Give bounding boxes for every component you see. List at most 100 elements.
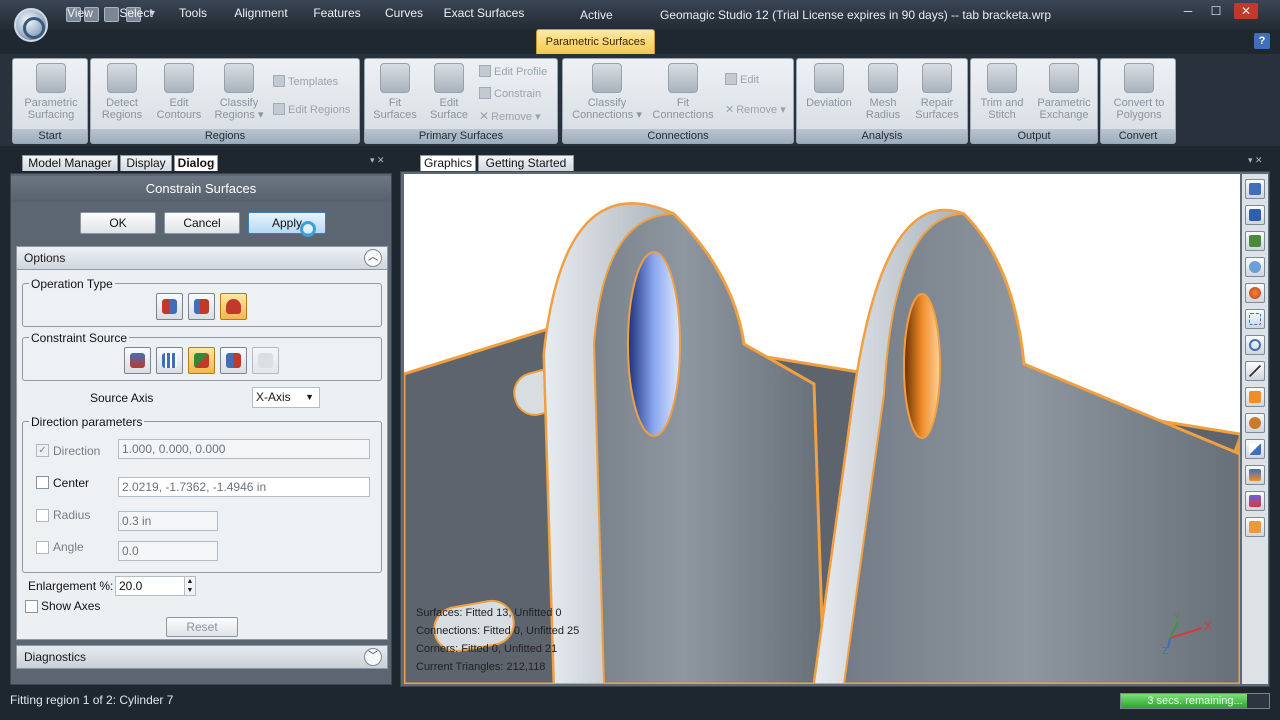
view-front-icon[interactable] bbox=[1245, 205, 1265, 225]
parametric-surfacing-icon bbox=[36, 63, 66, 93]
rect-select-icon[interactable] bbox=[1245, 309, 1265, 329]
tab-display[interactable]: Display bbox=[120, 155, 172, 171]
application-menu-button[interactable] bbox=[14, 8, 48, 42]
remove-x-icon: ✕ bbox=[479, 109, 490, 123]
select-visible-icon[interactable] bbox=[1245, 491, 1265, 511]
classify-connections-icon bbox=[592, 63, 622, 93]
mesh-radius-button[interactable]: Mesh Radius bbox=[857, 63, 909, 121]
tab-view[interactable]: View bbox=[62, 4, 98, 22]
source-surface-icon[interactable] bbox=[124, 347, 151, 374]
collapse-chevron-icon[interactable]: ︿ bbox=[364, 249, 382, 267]
ok-button[interactable]: OK bbox=[80, 212, 156, 234]
edit-connection-label: Edit bbox=[740, 74, 759, 86]
paint-select-icon[interactable] bbox=[1245, 413, 1265, 433]
deviation-button[interactable]: Deviation bbox=[801, 63, 857, 109]
edit-connection-button[interactable]: Edit bbox=[725, 73, 759, 87]
expand-chevron-icon[interactable]: ﹀ bbox=[364, 648, 382, 666]
tab-curves[interactable]: Curves bbox=[380, 4, 428, 22]
remove-connection-button[interactable]: ✕ Remove ▾ bbox=[725, 103, 786, 117]
window-title: Geomagic Studio 12 (Trial License expire… bbox=[660, 8, 1052, 22]
remove-surface-button[interactable]: ✕ Remove ▾ bbox=[479, 109, 541, 124]
tab-select[interactable]: Select bbox=[114, 4, 158, 22]
radius-field[interactable]: 0.3 in bbox=[118, 511, 218, 531]
close-button[interactable]: ✕ bbox=[1234, 3, 1258, 19]
axis-triad: X Y Z bbox=[1158, 612, 1218, 662]
help-icon[interactable]: ? bbox=[1254, 33, 1270, 49]
cancel-button[interactable]: Cancel bbox=[164, 212, 240, 234]
tab-parametric-surfaces[interactable]: Parametric Surfaces bbox=[536, 29, 655, 54]
view-layers-icon[interactable] bbox=[1245, 231, 1265, 251]
options-header[interactable]: Options ︿ bbox=[16, 246, 388, 270]
detect-regions-button[interactable]: Detect Regions bbox=[97, 63, 147, 121]
minimize-button[interactable]: ─ bbox=[1176, 3, 1200, 19]
constrain-icon bbox=[479, 87, 491, 99]
enlargement-field[interactable]: 20.0 bbox=[115, 576, 185, 596]
detect-regions-icon bbox=[107, 63, 137, 93]
group-label-primary-surfaces: Primary Surfaces bbox=[365, 129, 557, 143]
edit-contours-button[interactable]: Edit Contours bbox=[151, 63, 207, 121]
classify-connections-button[interactable]: Classify Connections ▾ bbox=[567, 63, 647, 121]
tab-graphics[interactable]: Graphics bbox=[420, 155, 476, 171]
trim-and-stitch-button[interactable]: Trim and Stitch bbox=[973, 63, 1031, 121]
maximize-button[interactable]: ☐ bbox=[1204, 3, 1228, 19]
select-through-icon[interactable] bbox=[1245, 465, 1265, 485]
direction-field[interactable]: 1.000, 0.000, 0.000 bbox=[118, 439, 370, 459]
lasso-select-icon[interactable] bbox=[1245, 335, 1265, 355]
tab-dialog[interactable]: Dialog bbox=[174, 155, 218, 171]
brush-select-icon[interactable] bbox=[1245, 387, 1265, 407]
tab-exact-surfaces[interactable]: Exact Surfaces bbox=[442, 4, 526, 22]
edit-surface-button[interactable]: Edit Surface bbox=[423, 63, 475, 121]
source-axis-icon[interactable] bbox=[188, 347, 215, 374]
axis-y-label: Y bbox=[1174, 612, 1181, 622]
edit-surface-label: Edit Surface bbox=[430, 97, 468, 121]
deviation-icon bbox=[814, 63, 844, 93]
source-point-icon[interactable] bbox=[220, 347, 247, 374]
tab-model-manager[interactable]: Model Manager bbox=[22, 155, 118, 171]
constraint-source-label: Constraint Source bbox=[29, 331, 130, 345]
op-refit-icon[interactable] bbox=[188, 293, 215, 320]
parametric-surfacing-button[interactable]: Parametric Surfacing bbox=[19, 63, 83, 121]
group-label-output: Output bbox=[971, 129, 1097, 143]
zoom-icon[interactable] bbox=[1245, 257, 1265, 277]
source-plane-icon[interactable] bbox=[156, 347, 183, 374]
templates-button[interactable]: Templates bbox=[273, 75, 338, 89]
line-select-icon[interactable] bbox=[1245, 361, 1265, 381]
edit-regions-button[interactable]: Edit Regions bbox=[273, 103, 350, 117]
op-constrain-icon[interactable] bbox=[220, 293, 247, 320]
center-checkbox[interactable] bbox=[36, 476, 49, 489]
enlargement-spinner[interactable]: ▲ ▼ bbox=[184, 576, 196, 596]
tab-features[interactable]: Features bbox=[308, 4, 366, 22]
reset-button[interactable]: Reset bbox=[166, 617, 238, 637]
tab-getting-started[interactable]: Getting Started bbox=[478, 155, 574, 171]
diagnostics-header[interactable]: Diagnostics ﹀ bbox=[16, 645, 388, 669]
source-axis-select[interactable]: X-Axis ▼ bbox=[252, 387, 320, 408]
repair-surfaces-button[interactable]: Repair Surfaces bbox=[909, 63, 965, 121]
ribbon-group-output: Trim and Stitch Parametric Exchange Outp… bbox=[970, 58, 1098, 144]
constrain-label: Constrain bbox=[494, 88, 542, 100]
radius-checkbox[interactable] bbox=[36, 509, 49, 522]
edit-profile-button[interactable]: Edit Profile bbox=[479, 65, 547, 79]
center-field[interactable]: 2.0219, -1.7362, -1.4946 in bbox=[118, 477, 370, 497]
angle-field[interactable]: 0.0 bbox=[118, 541, 218, 561]
fit-connections-button[interactable]: Fit Connections bbox=[651, 63, 715, 121]
viewport-pin-icon[interactable]: ▾ ✕ bbox=[1248, 155, 1263, 166]
display-toggle-icon[interactable] bbox=[1245, 517, 1265, 537]
op-fit-icon[interactable] bbox=[156, 293, 183, 320]
view-cube-icon[interactable] bbox=[1245, 179, 1265, 199]
show-axes-checkbox[interactable] bbox=[25, 600, 38, 613]
pick-icon[interactable] bbox=[1245, 439, 1265, 459]
panel-pin-icon[interactable]: ▾ ✕ bbox=[370, 155, 385, 166]
templates-icon bbox=[273, 75, 285, 87]
constrain-button[interactable]: Constrain bbox=[479, 87, 541, 101]
angle-checkbox[interactable] bbox=[36, 541, 49, 554]
source-custom-icon[interactable] bbox=[252, 347, 279, 374]
fit-surfaces-button[interactable]: Fit Surfaces bbox=[369, 63, 421, 121]
tab-alignment[interactable]: Alignment bbox=[228, 4, 294, 22]
shading-icon[interactable] bbox=[1245, 283, 1265, 303]
parametric-exchange-button[interactable]: Parametric Exchange bbox=[1033, 63, 1095, 121]
direction-checkbox[interactable]: ✓ bbox=[36, 444, 49, 457]
convert-to-polygons-button[interactable]: Convert to Polygons bbox=[1105, 63, 1173, 121]
classify-regions-button[interactable]: Classify Regions ▾ bbox=[209, 63, 269, 121]
repair-surfaces-label: Repair Surfaces bbox=[915, 97, 959, 121]
tab-tools[interactable]: Tools bbox=[172, 4, 214, 22]
